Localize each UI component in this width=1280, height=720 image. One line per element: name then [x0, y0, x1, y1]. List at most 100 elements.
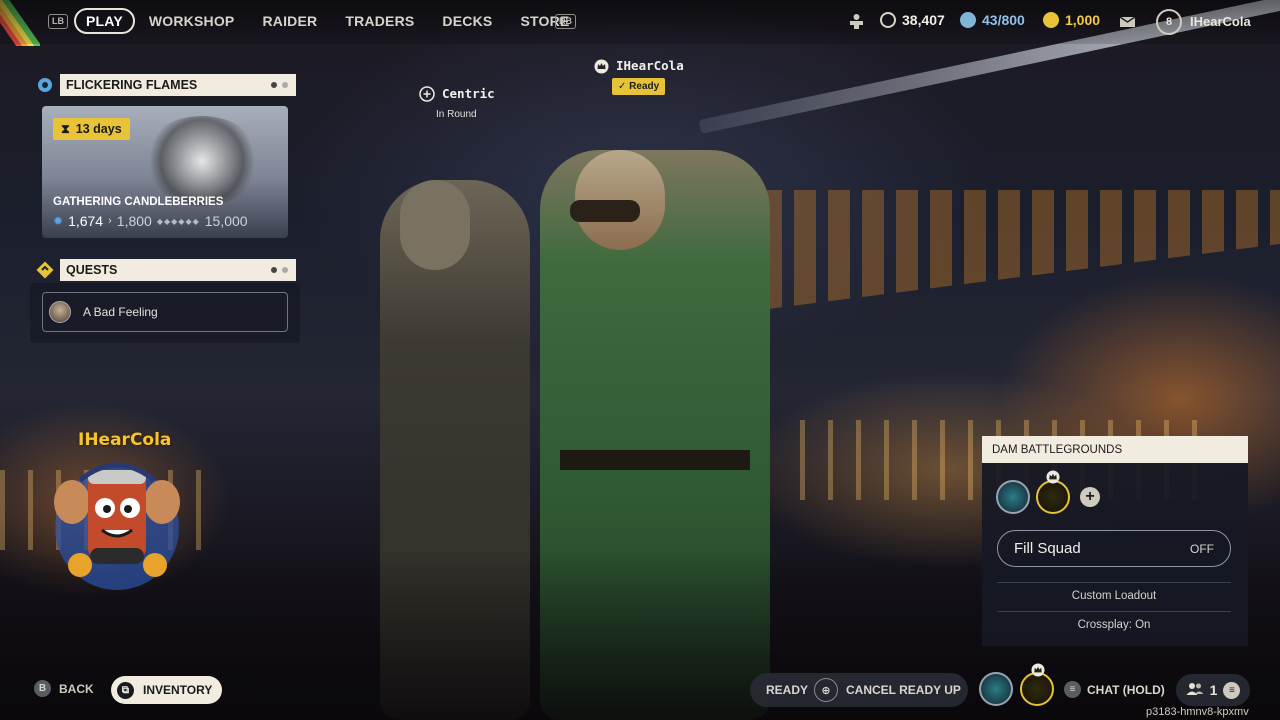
quest-item[interactable]: A Bad Feeling	[42, 292, 288, 332]
lb-bumper-icon[interactable]: LB	[48, 14, 68, 29]
progress-diamonds-icon: ◆◆◆◆◆◆	[156, 216, 200, 226]
raider-icon[interactable]	[848, 13, 865, 30]
event-panel-title: FLICKERING FLAMES	[66, 78, 198, 92]
credit-icon	[960, 12, 976, 28]
coin-icon	[880, 12, 896, 28]
token-icon	[1043, 12, 1059, 28]
quests-panel-header: QUESTS	[34, 259, 296, 281]
tab-raider[interactable]: RAIDER	[248, 8, 331, 34]
rb-bumper-icon[interactable]: RB	[555, 14, 576, 29]
page-dot-active	[271, 82, 277, 88]
event-progress: ✹ 1,674 › 1,800 ◆◆◆◆◆◆ 15,000	[53, 213, 278, 229]
event-card[interactable]: ⧗ 13 days GATHERING CANDLEBERRIES ✹ 1,67…	[42, 106, 288, 238]
member-nametag: Centric	[442, 86, 495, 101]
people-icon	[1186, 682, 1204, 699]
divider	[997, 611, 1231, 612]
bottom-squad-member-avatar[interactable]	[979, 672, 1013, 706]
add-circle-icon	[419, 86, 435, 102]
page-dot	[282, 267, 288, 273]
leader-ready-badge: ✓ Ready	[612, 78, 666, 95]
leader-ready-text: Ready	[629, 81, 660, 92]
party-count: 1	[1209, 682, 1218, 698]
menu-icon: ≡	[1223, 681, 1241, 699]
character-raider-belt	[560, 450, 750, 470]
soda-can-mascot-logo	[50, 430, 185, 595]
custom-loadout-option[interactable]: Custom Loadout	[997, 590, 1231, 602]
mail-icon[interactable]	[1119, 14, 1136, 28]
tab-play[interactable]: PLAY	[74, 8, 135, 34]
event-progress-max: 15,000	[204, 213, 248, 229]
ready-label: READY	[766, 683, 809, 697]
page-dots	[271, 267, 288, 273]
crown-icon	[1046, 470, 1060, 484]
ready-bar[interactable]: READY ⊕ CANCEL READY UP	[750, 673, 968, 707]
quest-giver-avatar	[49, 301, 71, 323]
mode-title: DAM BATTLEGROUNDS	[982, 436, 1248, 463]
event-panel-title-bar: FLICKERING FLAMES	[60, 74, 296, 96]
cancel-ready-label: CANCEL READY UP	[846, 683, 961, 697]
coins-currency: 38,407	[880, 12, 945, 28]
page-dot-active	[271, 267, 277, 273]
logo-wordmark: IHearCola	[78, 430, 172, 450]
main-nav: PLAY WORKSHOP RAIDER TRADERS DECKS STORE	[74, 8, 583, 34]
event-name: GATHERING CANDLEBERRIES	[53, 196, 224, 208]
page-dots	[271, 82, 288, 88]
leader-crown-icon	[594, 59, 609, 74]
tab-decks[interactable]: DECKS	[428, 8, 506, 34]
event-timer: ⧗ 13 days	[53, 118, 130, 140]
event-progress-next: 1,800	[116, 213, 152, 229]
squad-leader-avatar[interactable]	[1036, 480, 1070, 514]
party-count-button[interactable]: 1 ≡	[1176, 674, 1250, 706]
tab-traders[interactable]: TRADERS	[331, 8, 428, 34]
check-icon: ✓	[618, 81, 627, 92]
tab-workshop[interactable]: WORKSHOP	[135, 8, 249, 34]
event-timer-text: 13 days	[75, 122, 122, 136]
credits-value: 43/800	[982, 12, 1025, 28]
page-dot	[282, 82, 288, 88]
top-username[interactable]: IHearCola	[1190, 14, 1251, 29]
quest-item-label: A Bad Feeling	[83, 305, 158, 319]
member-status: In Round	[436, 109, 477, 120]
chat-label: CHAT (HOLD)	[1087, 682, 1165, 697]
chevron-right-icon: ›	[108, 215, 112, 227]
crossplay-option[interactable]: Crossplay: On	[997, 619, 1231, 631]
coins-value: 38,407	[902, 12, 945, 28]
divider	[997, 582, 1231, 583]
event-panel-header: FLICKERING FLAMES	[34, 74, 296, 96]
leader-nametag: IHearCola	[616, 58, 684, 73]
quests-title: QUESTS	[66, 263, 118, 277]
credits-currency: 43/800	[960, 12, 1025, 28]
back-button[interactable]: B BACK	[34, 680, 94, 697]
squad-member-avatar[interactable]	[996, 480, 1030, 514]
controller-icon: ⊕	[814, 678, 838, 702]
candleberry-tree-image	[142, 116, 262, 206]
gear-icon	[34, 74, 56, 96]
session-id: p3183-hmnv8-kpxmv	[1146, 706, 1249, 718]
bunting-flags	[760, 190, 1280, 310]
back-label: BACK	[59, 681, 94, 696]
quests-title-bar: QUESTS	[60, 259, 296, 281]
inventory-label: INVENTORY	[143, 683, 213, 697]
fill-squad-toggle[interactable]: Fill Squad OFF	[997, 530, 1231, 567]
b-key-icon: B	[34, 680, 51, 697]
tokens-value: 1,000	[1065, 12, 1101, 28]
inventory-button[interactable]: ⧉ INVENTORY	[111, 676, 223, 704]
squad-slots: +	[996, 480, 1100, 514]
character-hooded-head	[400, 180, 470, 270]
menu-button-icon: ≡	[1064, 681, 1081, 698]
event-progress-current: 1,674	[68, 213, 104, 229]
gear-small-icon: ✹	[53, 214, 64, 228]
crown-icon	[1031, 663, 1045, 677]
player-level-badge[interactable]: 8	[1156, 9, 1182, 35]
tokens-currency: 1,000	[1043, 12, 1100, 28]
fill-squad-value: OFF	[1190, 541, 1214, 556]
quest-diamond-icon	[34, 259, 56, 281]
bottom-squad-leader-avatar[interactable]	[1020, 672, 1054, 706]
mode-panel: DAM BATTLEGROUNDS + Fill Squad OFF Custo…	[982, 436, 1248, 646]
chat-hold-button[interactable]: ≡ CHAT (HOLD)	[1064, 681, 1165, 698]
character-raider-goggles	[570, 200, 640, 222]
hourglass-icon: ⧗	[61, 122, 70, 136]
fill-squad-label: Fill Squad	[1014, 540, 1081, 557]
view-button-icon: ⧉	[117, 681, 134, 699]
invite-plus-button[interactable]: +	[1080, 487, 1100, 507]
